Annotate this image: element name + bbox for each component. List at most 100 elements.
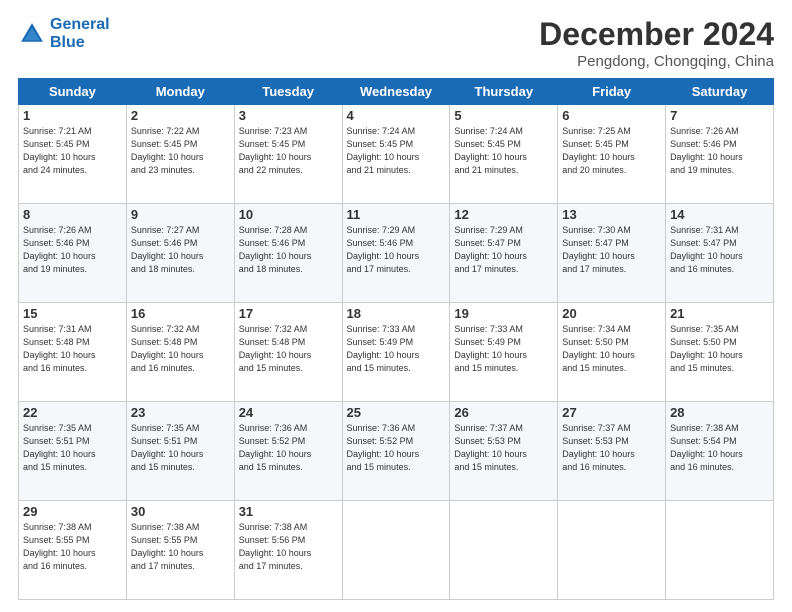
day-info: Sunrise: 7:38 AM Sunset: 5:55 PM Dayligh… — [23, 521, 122, 573]
calendar-cell: 29Sunrise: 7:38 AM Sunset: 5:55 PM Dayli… — [19, 501, 127, 600]
day-info: Sunrise: 7:30 AM Sunset: 5:47 PM Dayligh… — [562, 224, 661, 276]
day-info: Sunrise: 7:31 AM Sunset: 5:48 PM Dayligh… — [23, 323, 122, 375]
calendar-cell: 17 Sunrise: 7:32 AM Sunset: 5:48 PM Dayli… — [234, 303, 342, 402]
day-info: Sunrise: 7:36 AM Sunset: 5:52 PM Dayligh… — [347, 422, 446, 474]
calendar-cell: 7 Sunrise: 7:26 AM Sunset: 5:46 PM Daylig… — [666, 105, 774, 204]
day-number: 16 — [131, 306, 230, 321]
calendar-cell: 19 Sunrise: 7:33 AM Sunset: 5:49 PM Dayli… — [450, 303, 558, 402]
day-info: Sunrise: 7:29 AM Sunset: 5:46 PM Dayligh… — [347, 224, 446, 276]
calendar-cell: 2 Sunrise: 7:22 AM Sunset: 5:45 PM Daylig… — [126, 105, 234, 204]
calendar-cell: 4Sunrise: 7:24 AM Sunset: 5:45 PM Daylig… — [342, 105, 450, 204]
calendar-table: SundayMondayTuesdayWednesdayThursdayFrid… — [18, 78, 774, 600]
day-info: Sunrise: 7:36 AM Sunset: 5:52 PM Dayligh… — [239, 422, 338, 474]
day-number: 22 — [23, 405, 122, 420]
week-row-4: 22 Sunrise: 7:35 AM Sunset: 5:51 PM Dayli… — [19, 402, 774, 501]
weekday-saturday: Saturday — [666, 79, 774, 105]
day-info: Sunrise: 7:35 AM Sunset: 5:50 PM Dayligh… — [670, 323, 769, 375]
day-info: Sunrise: 7:29 AM Sunset: 5:47 PM Dayligh… — [454, 224, 553, 276]
day-number: 4 — [347, 108, 446, 123]
day-number: 25 — [347, 405, 446, 420]
day-number: 17 — [239, 306, 338, 321]
calendar-cell: 12 Sunrise: 7:29 AM Sunset: 5:47 PM Dayli… — [450, 204, 558, 303]
calendar-cell: 20 Sunrise: 7:34 AM Sunset: 5:50 PM Dayli… — [558, 303, 666, 402]
weekday-tuesday: Tuesday — [234, 79, 342, 105]
calendar-cell: 27 Sunrise: 7:37 AM Sunset: 5:53 PM Dayli… — [558, 402, 666, 501]
calendar-cell: 1Sunrise: 7:21 AM Sunset: 5:45 PM Daylig… — [19, 105, 127, 204]
week-row-1: 1Sunrise: 7:21 AM Sunset: 5:45 PM Daylig… — [19, 105, 774, 204]
day-info: Sunrise: 7:32 AM Sunset: 5:48 PM Dayligh… — [239, 323, 338, 375]
day-info: Sunrise: 7:37 AM Sunset: 5:53 PM Dayligh… — [454, 422, 553, 474]
page: General Blue December 2024 Pengdong, Cho… — [0, 0, 792, 612]
week-row-2: 8 Sunrise: 7:26 AM Sunset: 5:46 PM Daylig… — [19, 204, 774, 303]
day-number: 13 — [562, 207, 661, 222]
day-info: Sunrise: 7:33 AM Sunset: 5:49 PM Dayligh… — [347, 323, 446, 375]
day-info: Sunrise: 7:33 AM Sunset: 5:49 PM Dayligh… — [454, 323, 553, 375]
day-info: Sunrise: 7:38 AM Sunset: 5:55 PM Dayligh… — [131, 521, 230, 573]
weekday-monday: Monday — [126, 79, 234, 105]
day-number: 19 — [454, 306, 553, 321]
day-number: 10 — [239, 207, 338, 222]
calendar-cell: 23 Sunrise: 7:35 AM Sunset: 5:51 PM Dayli… — [126, 402, 234, 501]
calendar-title: December 2024 — [539, 16, 774, 53]
calendar-cell — [450, 501, 558, 600]
calendar-cell: 13 Sunrise: 7:30 AM Sunset: 5:47 PM Dayli… — [558, 204, 666, 303]
day-info: Sunrise: 7:26 AM Sunset: 5:46 PM Dayligh… — [670, 125, 769, 177]
day-number: 23 — [131, 405, 230, 420]
day-info: Sunrise: 7:22 AM Sunset: 5:45 PM Dayligh… — [131, 125, 230, 177]
header: General Blue December 2024 Pengdong, Cho… — [18, 16, 774, 70]
day-info: Sunrise: 7:31 AM Sunset: 5:47 PM Dayligh… — [670, 224, 769, 276]
day-info: Sunrise: 7:35 AM Sunset: 5:51 PM Dayligh… — [131, 422, 230, 474]
day-number: 8 — [23, 207, 122, 222]
day-number: 21 — [670, 306, 769, 321]
day-number: 3 — [239, 108, 338, 123]
weekday-header-row: SundayMondayTuesdayWednesdayThursdayFrid… — [19, 79, 774, 105]
day-number: 9 — [131, 207, 230, 222]
calendar-cell: 9Sunrise: 7:27 AM Sunset: 5:46 PM Daylig… — [126, 204, 234, 303]
calendar-cell: 22 Sunrise: 7:35 AM Sunset: 5:51 PM Dayli… — [19, 402, 127, 501]
day-info: Sunrise: 7:28 AM Sunset: 5:46 PM Dayligh… — [239, 224, 338, 276]
calendar-cell — [666, 501, 774, 600]
day-info: Sunrise: 7:23 AM Sunset: 5:45 PM Dayligh… — [239, 125, 338, 177]
day-number: 2 — [131, 108, 230, 123]
calendar-cell: 26 Sunrise: 7:37 AM Sunset: 5:53 PM Dayli… — [450, 402, 558, 501]
day-number: 15 — [23, 306, 122, 321]
calendar-cell: 31Sunrise: 7:38 AM Sunset: 5:56 PM Dayli… — [234, 501, 342, 600]
day-number: 20 — [562, 306, 661, 321]
weekday-wednesday: Wednesday — [342, 79, 450, 105]
day-info: Sunrise: 7:38 AM Sunset: 5:54 PM Dayligh… — [670, 422, 769, 474]
logo-icon — [18, 20, 46, 48]
day-number: 31 — [239, 504, 338, 519]
weekday-friday: Friday — [558, 79, 666, 105]
calendar-cell: 28 Sunrise: 7:38 AM Sunset: 5:54 PM Dayli… — [666, 402, 774, 501]
calendar-cell: 14Sunrise: 7:31 AM Sunset: 5:47 PM Dayli… — [666, 204, 774, 303]
calendar-cell — [558, 501, 666, 600]
day-number: 7 — [670, 108, 769, 123]
day-info: Sunrise: 7:34 AM Sunset: 5:50 PM Dayligh… — [562, 323, 661, 375]
week-row-5: 29Sunrise: 7:38 AM Sunset: 5:55 PM Dayli… — [19, 501, 774, 600]
weekday-sunday: Sunday — [19, 79, 127, 105]
day-info: Sunrise: 7:35 AM Sunset: 5:51 PM Dayligh… — [23, 422, 122, 474]
calendar-cell: 6 Sunrise: 7:25 AM Sunset: 5:45 PM Daylig… — [558, 105, 666, 204]
weekday-thursday: Thursday — [450, 79, 558, 105]
calendar-cell: 16Sunrise: 7:32 AM Sunset: 5:48 PM Dayli… — [126, 303, 234, 402]
calendar-cell: 8 Sunrise: 7:26 AM Sunset: 5:46 PM Daylig… — [19, 204, 127, 303]
day-number: 1 — [23, 108, 122, 123]
week-row-3: 15 Sunrise: 7:31 AM Sunset: 5:48 PM Dayli… — [19, 303, 774, 402]
day-info: Sunrise: 7:37 AM Sunset: 5:53 PM Dayligh… — [562, 422, 661, 474]
calendar-subtitle: Pengdong, Chongqing, China — [539, 53, 774, 70]
day-number: 26 — [454, 405, 553, 420]
day-number: 11 — [347, 207, 446, 222]
title-block: December 2024 Pengdong, Chongqing, China — [539, 16, 774, 70]
day-info: Sunrise: 7:25 AM Sunset: 5:45 PM Dayligh… — [562, 125, 661, 177]
day-info: Sunrise: 7:26 AM Sunset: 5:46 PM Dayligh… — [23, 224, 122, 276]
day-number: 6 — [562, 108, 661, 123]
day-info: Sunrise: 7:24 AM Sunset: 5:45 PM Dayligh… — [454, 125, 553, 177]
day-number: 27 — [562, 405, 661, 420]
calendar-cell: 10 Sunrise: 7:28 AM Sunset: 5:46 PM Dayli… — [234, 204, 342, 303]
day-number: 30 — [131, 504, 230, 519]
day-number: 12 — [454, 207, 553, 222]
calendar-cell: 30 Sunrise: 7:38 AM Sunset: 5:55 PM Dayli… — [126, 501, 234, 600]
calendar-cell: 21 Sunrise: 7:35 AM Sunset: 5:50 PM Dayli… — [666, 303, 774, 402]
day-number: 28 — [670, 405, 769, 420]
calendar-cell: 18Sunrise: 7:33 AM Sunset: 5:49 PM Dayli… — [342, 303, 450, 402]
